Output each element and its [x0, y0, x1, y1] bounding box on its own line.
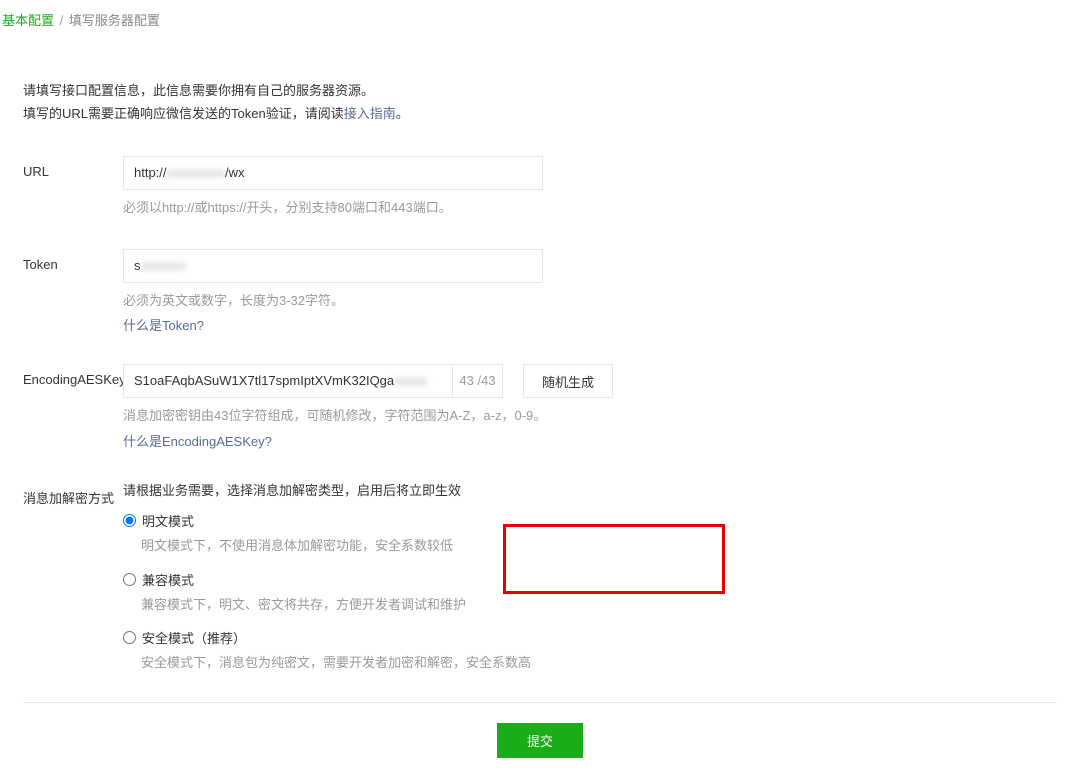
intro-line2: 填写的URL需要正确响应微信发送的Token验证，请阅读接入指南。 [23, 102, 1080, 125]
row-url: URL http://xxxxxxxxx/wx 必须以http://或https… [0, 156, 1080, 219]
intro-line2-prefix: 填写的URL需要正确响应微信发送的Token验证，请阅读 [23, 106, 344, 121]
token-input[interactable]: sxxxxxxx [123, 249, 543, 283]
submit-area: 提交 [0, 703, 1080, 778]
url-input[interactable]: http://xxxxxxxxx/wx [123, 156, 543, 190]
content: 请填写接口配置信息，此信息需要你拥有自己的服务器资源。 填写的URL需要正确响应… [0, 39, 1080, 778]
label-token: Token [23, 249, 123, 272]
intro-line1: 请填写接口配置信息，此信息需要你拥有自己的服务器资源。 [23, 79, 1080, 102]
url-prefix: http:// [134, 165, 167, 180]
hint-token: 必须为英文或数字，长度为3-32字符。 [123, 291, 1080, 312]
label-encrypt: 消息加解密方式 [23, 480, 123, 507]
radio-compat[interactable]: 兼容模式 [123, 570, 1080, 589]
label-url: URL [23, 156, 123, 179]
aeskey-help-link[interactable]: 什么是EncodingAESKey? [123, 431, 272, 450]
breadcrumb-current: 填写服务器配置 [69, 13, 160, 28]
aeskey-input[interactable]: S1oaFAqbASuW1X7tl17spmIptXVmK32IQgaxxxxx [123, 364, 453, 398]
row-token: Token sxxxxxxx 必须为英文或数字，长度为3-32字符。 什么是To… [0, 249, 1080, 335]
submit-button[interactable]: 提交 [497, 723, 583, 758]
breadcrumb-sep: / [60, 13, 64, 28]
radio-plaintext-label: 明文模式 [142, 511, 194, 530]
random-generate-button[interactable]: 随机生成 [523, 364, 613, 398]
encrypt-intro: 请根据业务需要，选择消息加解密类型，启用后将立即生效 [123, 480, 1080, 499]
token-mid: xxxxxxx [141, 258, 187, 273]
token-prefix: s [134, 258, 141, 273]
aeskey-value: S1oaFAqbASuW1X7tl17spmIptXVmK32IQga [134, 373, 394, 388]
label-aeskey: EncodingAESKey [23, 364, 123, 387]
intro-line2-suffix: 。 [396, 106, 409, 121]
breadcrumb-root[interactable]: 基本配置 [2, 13, 54, 28]
hint-url: 必须以http://或https://开头，分别支持80端口和443端口。 [123, 198, 1080, 219]
token-help-link[interactable]: 什么是Token? [123, 315, 204, 334]
radio-plaintext[interactable]: 明文模式 [123, 511, 1080, 530]
url-suffix: /wx [225, 165, 245, 180]
intro-text: 请填写接口配置信息，此信息需要你拥有自己的服务器资源。 填写的URL需要正确响应… [0, 79, 1080, 156]
radio-secure-desc: 安全模式下，消息包为纯密文，需要开发者加密和解密，安全系数高 [141, 653, 1080, 673]
aeskey-count: 43 /43 [453, 364, 503, 398]
aeskey-blur: xxxxx [394, 373, 427, 388]
row-encrypt: 消息加解密方式 请根据业务需要，选择消息加解密类型，启用后将立即生效 明文模式 … [0, 480, 1080, 687]
radio-secure-label: 安全模式（推荐） [142, 628, 246, 647]
access-guide-link[interactable]: 接入指南 [344, 106, 396, 121]
row-aeskey: EncodingAESKey S1oaFAqbASuW1X7tl17spmIpt… [0, 364, 1080, 450]
url-mid: xxxxxxxxx [167, 165, 226, 180]
radio-secure[interactable]: 安全模式（推荐） [123, 628, 1080, 647]
radio-plaintext-input[interactable] [123, 514, 136, 527]
radio-plaintext-desc: 明文模式下，不使用消息体加解密功能，安全系数较低 [141, 536, 1080, 556]
breadcrumb: 基本配置 / 填写服务器配置 [0, 0, 1080, 39]
hint-aeskey: 消息加密密钥由43位字符组成，可随机修改，字符范围为A-Z，a-z，0-9。 [123, 406, 1080, 427]
radio-compat-label: 兼容模式 [142, 570, 194, 589]
radio-compat-input[interactable] [123, 573, 136, 586]
radio-secure-input[interactable] [123, 631, 136, 644]
radio-compat-desc: 兼容模式下，明文、密文将共存，方便开发者调试和维护 [141, 595, 1080, 615]
